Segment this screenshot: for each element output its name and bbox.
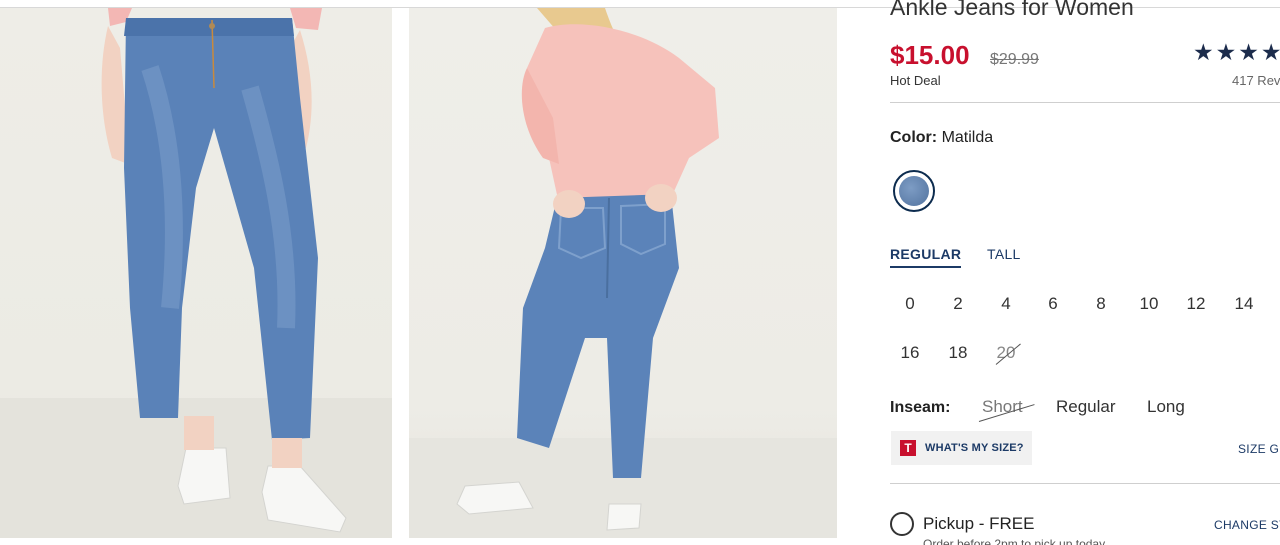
pickup-note: Order before 2pm to pick up today xyxy=(923,537,1106,545)
jeans-back-illustration xyxy=(409,8,837,538)
size-guide-link[interactable]: SIZE GU xyxy=(1238,442,1280,456)
size-option-18[interactable]: 18 xyxy=(938,343,978,363)
change-store-link[interactable]: CHANGE ST xyxy=(1214,518,1280,532)
inseam-regular[interactable]: Regular xyxy=(1056,397,1116,417)
deal-label: Hot Deal xyxy=(890,73,941,88)
inseam-long[interactable]: Long xyxy=(1147,397,1185,417)
product-info-panel: Ankle Jeans for Women $15.00 $29.99 Hot … xyxy=(860,0,1280,545)
inseam-label: Inseam: xyxy=(890,399,951,416)
divider xyxy=(890,102,1280,103)
whats-my-size-button[interactable]: T WHAT'S MY SIZE? xyxy=(891,431,1032,465)
size-option-14[interactable]: 14 xyxy=(1224,294,1264,314)
tab-regular[interactable]: REGULAR xyxy=(890,246,962,268)
product-title: Ankle Jeans for Women xyxy=(890,0,1134,20)
divider xyxy=(890,483,1280,484)
product-image-front[interactable] xyxy=(0,8,392,538)
size-option-6[interactable]: 6 xyxy=(1033,294,1073,314)
jeans-front-illustration xyxy=(0,8,392,538)
color-selection-label: Color: Matilda xyxy=(890,129,993,147)
pickup-radio[interactable] xyxy=(890,512,914,536)
size-option-10[interactable]: 10 xyxy=(1129,294,1169,314)
size-option-2[interactable]: 2 xyxy=(938,294,978,314)
whats-my-size-label: WHAT'S MY SIZE? xyxy=(925,442,1024,454)
size-option-0[interactable]: 0 xyxy=(890,294,930,314)
color-value: Matilda xyxy=(941,129,994,146)
size-option-20-unavailable[interactable]: 20 xyxy=(986,343,1026,363)
rating-stars[interactable]: ★★★★ xyxy=(1193,39,1280,66)
sale-price: $15.00 xyxy=(890,40,970,70)
size-option-12[interactable]: 12 xyxy=(1176,294,1216,314)
color-label: Color: xyxy=(890,129,938,146)
size-option-16[interactable]: 16 xyxy=(890,343,930,363)
swatch-fill xyxy=(899,176,929,206)
size-option-8[interactable]: 8 xyxy=(1081,294,1121,314)
review-count-link[interactable]: 417 Rev xyxy=(1232,73,1280,88)
true-fit-logo-icon: T xyxy=(900,440,916,456)
size-option-4[interactable]: 4 xyxy=(986,294,1026,314)
tab-tall[interactable]: TALL xyxy=(987,246,1021,262)
color-swatch-matilda[interactable] xyxy=(893,170,935,212)
pickup-label[interactable]: Pickup - FREE xyxy=(923,514,1034,534)
original-price: $29.99 xyxy=(990,51,1039,68)
product-image-back[interactable] xyxy=(409,8,837,538)
